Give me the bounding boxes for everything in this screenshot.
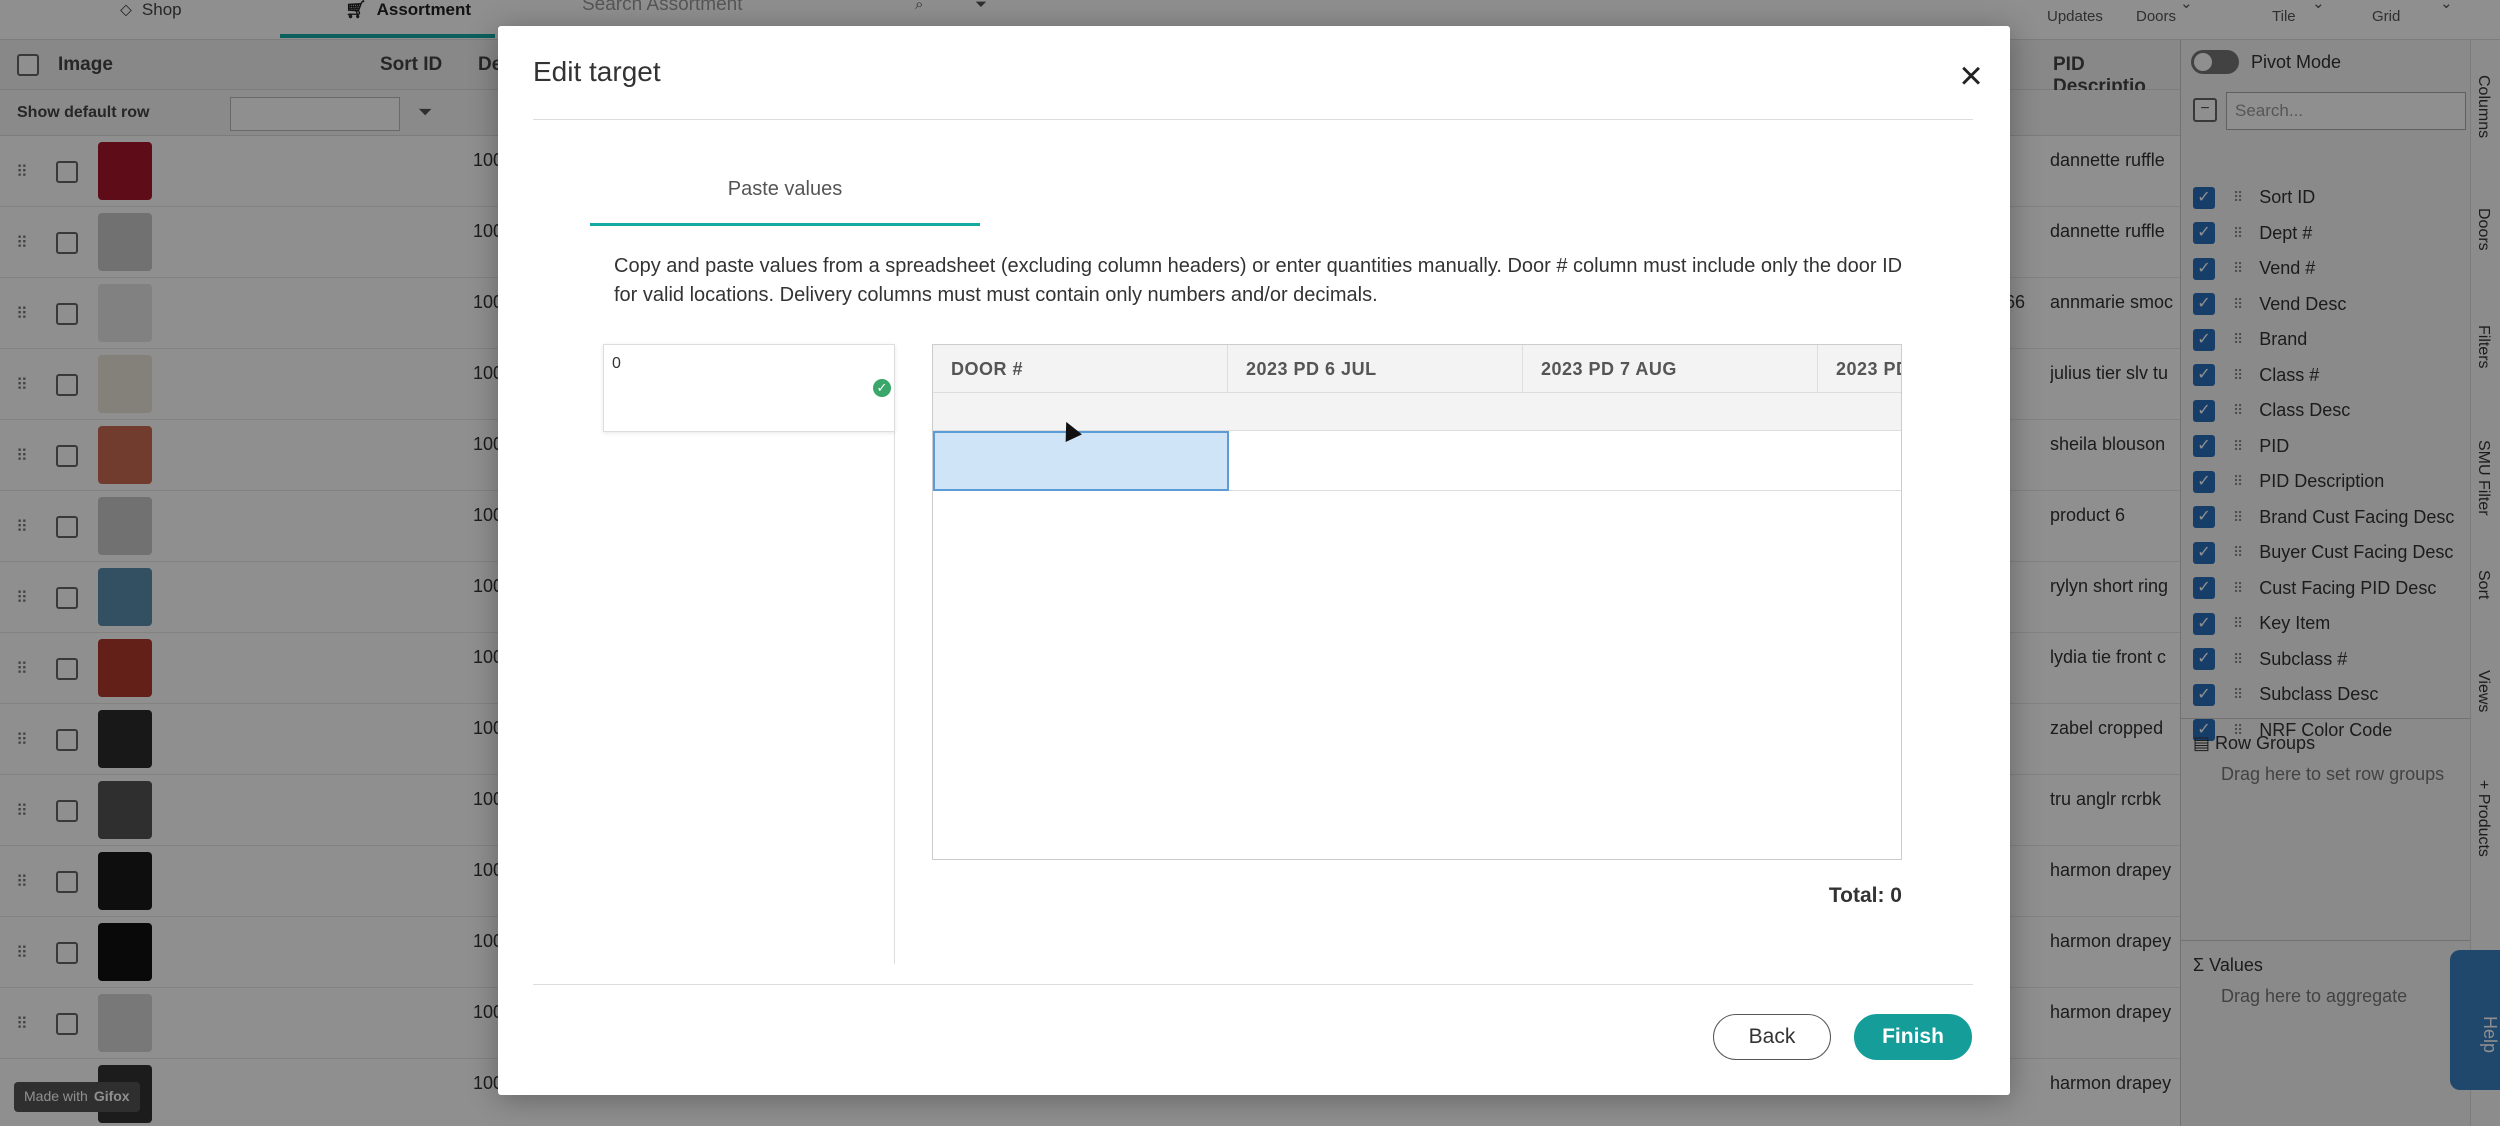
paste-values-table: DOOR # 2023 PD 6 JUL 2023 PD 7 AUG 2023 … [932, 344, 1902, 860]
column-header-2023-pd-6-jul[interactable]: 2023 PD 6 JUL [1228, 345, 1523, 393]
divider [533, 984, 1973, 985]
instructions-text: Copy and paste values from a spreadsheet… [614, 255, 1903, 306]
back-button[interactable]: Back [1713, 1014, 1831, 1060]
close-icon[interactable]: × [1953, 56, 1989, 96]
door-cell-selected[interactable] [933, 431, 1229, 491]
finish-button[interactable]: Finish [1854, 1014, 1972, 1060]
dialog-title: Edit target [533, 56, 661, 87]
divider [533, 119, 1973, 120]
edit-target-dialog: Edit target × Paste values Copy and past… [498, 26, 2010, 1095]
column-header-door[interactable]: DOOR # [933, 345, 1228, 393]
column-header-2023-pd-7-aug[interactable]: 2023 PD 7 AUG [1523, 345, 1818, 393]
check-circle-icon: ✓ [873, 379, 891, 397]
target-list-item[interactable]: 0 ✓ [603, 344, 895, 432]
tab-paste-values[interactable]: Paste values [590, 176, 980, 226]
total-label: Total: 0 [1828, 884, 1902, 907]
column-header-2023-pd[interactable]: 2023 PD [1818, 345, 1901, 393]
target-list: 0 ✓ [603, 344, 895, 964]
table-filter-band [933, 393, 1901, 431]
table-header: DOOR # 2023 PD 6 JUL 2023 PD 7 AUG 2023 … [933, 345, 1901, 393]
table-row [933, 431, 1901, 491]
target-item-label: 0 [612, 355, 621, 372]
